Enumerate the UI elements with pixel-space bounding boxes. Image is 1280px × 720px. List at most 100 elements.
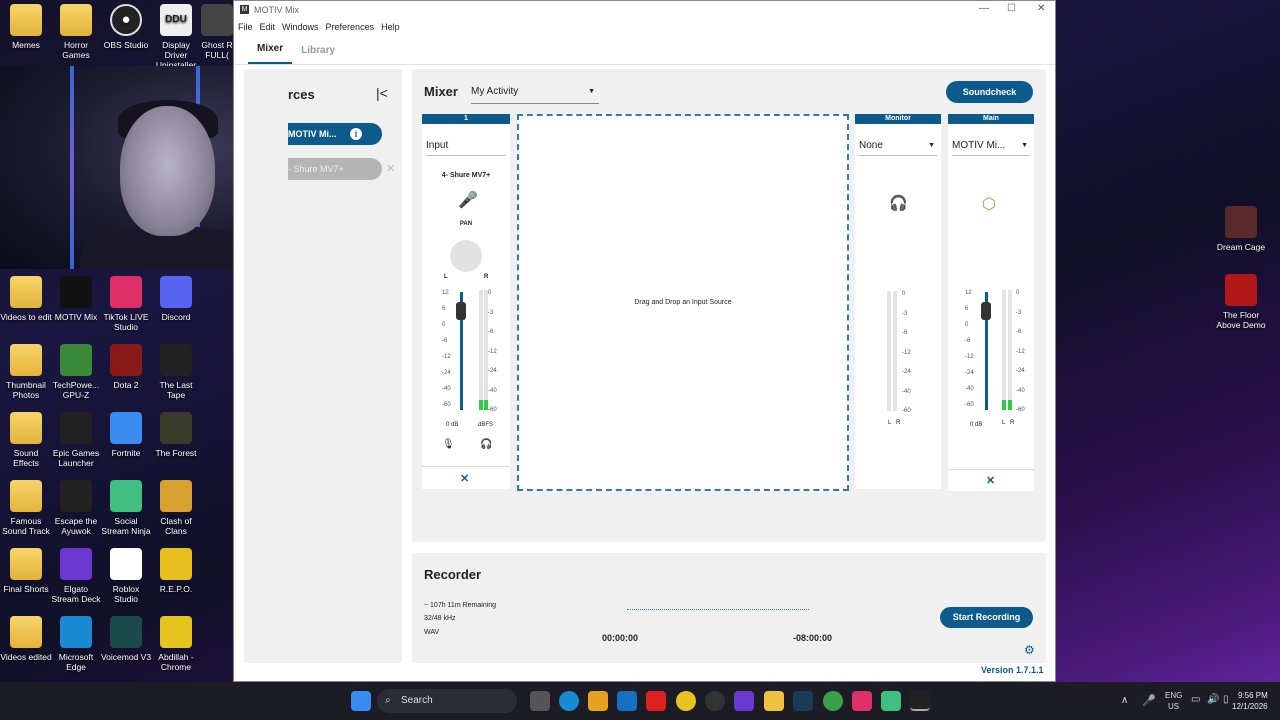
youtube-icon[interactable] [646,691,666,711]
dota-icon [110,344,142,376]
menu-file[interactable]: File [238,22,253,32]
scale-tick: -24 [965,370,974,376]
main-output-select[interactable]: MOTIV Mi... ▼ [952,136,1030,156]
scale-tick: -6 [902,330,908,336]
desktop-icon-obs[interactable]: ● OBS Studio [100,4,152,50]
desktop-icon[interactable]: Roblox Studio [100,548,152,604]
network-icon[interactable]: ▭ [1191,694,1200,705]
source-item-shure[interactable]: - Shure MV7+ [288,158,382,180]
source-item-motiv[interactable]: MOTIV Mi... i [288,123,382,145]
desktop-icon[interactable]: Microsoft Edge [50,616,102,672]
desktop-icon-dream-cage[interactable]: Dream Cage [1216,206,1266,252]
battery-icon[interactable]: ▯ [1223,694,1229,705]
scale-tick: 0 [902,291,906,297]
desktop-icon[interactable]: Social Stream Ninja [100,480,152,536]
fader-knob[interactable] [456,302,466,320]
steam-icon[interactable] [793,691,813,711]
desktop-icon[interactable]: TikTok LIVE Studio [100,276,152,332]
desktop-icon[interactable]: Videos to edit [0,276,52,322]
desktop-icon[interactable]: Clash of Clans [150,480,202,536]
file-type-text: WAV [424,629,440,636]
desktop-icon[interactable]: Famous Sound Track [0,480,52,536]
desktop-icon[interactable]: Voicemod V3 [100,616,152,662]
scale-tick: -6 [1016,329,1022,335]
epic-icon [60,412,92,444]
headphones-icon[interactable]: 🎧 [480,439,492,450]
activity-dropdown[interactable]: My Activity ▼ [471,86,599,104]
windows-start-icon[interactable] [351,691,371,711]
language-indicator[interactable]: ENG [1165,691,1182,700]
folder-icon [10,4,42,36]
desktop-icon[interactable]: TechPowe... GPU-Z [50,344,102,400]
monitor-select[interactable]: None ▼ [859,136,937,156]
maximize-button[interactable]: ☐ [1007,3,1016,14]
strip-settings-icon[interactable]: ✕ [986,474,995,487]
desktop-icon[interactable]: Fortnite [100,412,152,458]
meter-r-label: R [896,420,901,426]
desktop-icon-horror-games[interactable]: Horror Games [50,4,102,60]
soundcheck-button[interactable]: Soundcheck [946,81,1033,103]
taskbar-search[interactable]: ⌕ Search [377,689,517,713]
desktop-icon[interactable]: The Last Tape [150,344,202,400]
apps-grid-icon[interactable] [734,691,754,711]
collapse-panel-icon[interactable]: |< [376,85,388,101]
volume-icon[interactable]: 🔊 [1207,694,1219,705]
motiv-mix-icon[interactable] [910,691,930,711]
chevron-up-icon[interactable]: ∧ [1121,695,1128,706]
desktop-icon[interactable]: Escape the Ayuwok [50,480,102,536]
motiv-mix-window: M MOTIV Mix — ☐ ✕ File Edit Windows Pref… [233,0,1056,682]
folder-icon [10,276,42,308]
desktop-icon[interactable]: Thumbnail Photos [0,344,52,400]
desktop-icon-memes[interactable]: Memes [0,4,52,50]
edge-icon[interactable] [559,691,579,711]
close-button[interactable]: ✕ [1037,3,1045,14]
clock-time[interactable]: 9:56 PM [1238,691,1268,700]
menu-edit[interactable]: Edit [260,22,276,32]
time-remaining: -08:00:00 [793,633,833,643]
obs-icon[interactable] [705,691,725,711]
desktop-icon[interactable]: MOTIV Mix [50,276,102,322]
menu-windows[interactable]: Windows [282,22,319,32]
start-recording-button[interactable]: Start Recording [940,607,1033,628]
chrome-profile-icon[interactable] [823,691,843,711]
social-stream-icon[interactable] [881,691,901,711]
desktop-icon[interactable]: Final Shorts [0,548,52,594]
menu-help[interactable]: Help [381,22,400,32]
mic-monitor-icon[interactable]: 🎙 [442,439,455,450]
scale-tick: -6 [442,338,448,344]
pan-knob[interactable] [450,240,482,272]
source-settings-icon[interactable]: ✕ [386,162,395,175]
drop-zone[interactable]: Drag and Drop an Input Source [517,114,849,491]
desktop-icon[interactable]: Abdillah - Chrome [150,616,202,672]
desktop-icon[interactable]: The Forest [150,412,202,458]
desktop-icon-ghost[interactable]: Ghost R FULL( [200,4,234,60]
desktop-icon[interactable]: Sound Effects [0,412,52,468]
outlook-icon[interactable] [617,691,637,711]
info-icon[interactable]: i [350,128,362,140]
tiktok-icon[interactable] [852,691,872,711]
microphone-tray-icon[interactable]: 🎤 [1142,694,1156,707]
store-icon[interactable] [588,691,608,711]
desktop-icon-ddu[interactable]: DDU Display Driver Uninstaller [150,4,202,70]
strip-settings-icon[interactable]: ✕ [460,472,469,485]
tab-mixer[interactable]: Mixer [248,43,293,64]
input-select[interactable]: Input [426,136,506,156]
minimize-button[interactable]: — [979,3,989,14]
ninja-icon [110,480,142,512]
task-view-icon[interactable] [530,691,550,711]
gear-icon[interactable]: ⚙ [1024,643,1035,657]
desktop-icon[interactable]: Discord [150,276,202,322]
menu-preferences[interactable]: Preferences [326,22,375,32]
desktop-icon-floor-above[interactable]: The Floor Above Demo [1216,274,1266,330]
scale-tick: -12 [902,349,911,356]
chrome-icon[interactable] [676,691,696,711]
desktop-icon[interactable]: R.E.P.O. [150,548,202,594]
file-explorer-icon[interactable] [764,691,784,711]
fader-knob[interactable] [981,302,991,320]
scale-tick: 0 [1016,290,1020,296]
desktop-icon[interactable]: Epic Games Launcher [50,412,102,468]
desktop-icon[interactable]: Elgato Stream Deck [50,548,102,604]
desktop-icon[interactable]: Videos edited [0,616,52,662]
desktop-icon[interactable]: Dota 2 [100,344,152,390]
tab-library[interactable]: Library [292,45,344,64]
